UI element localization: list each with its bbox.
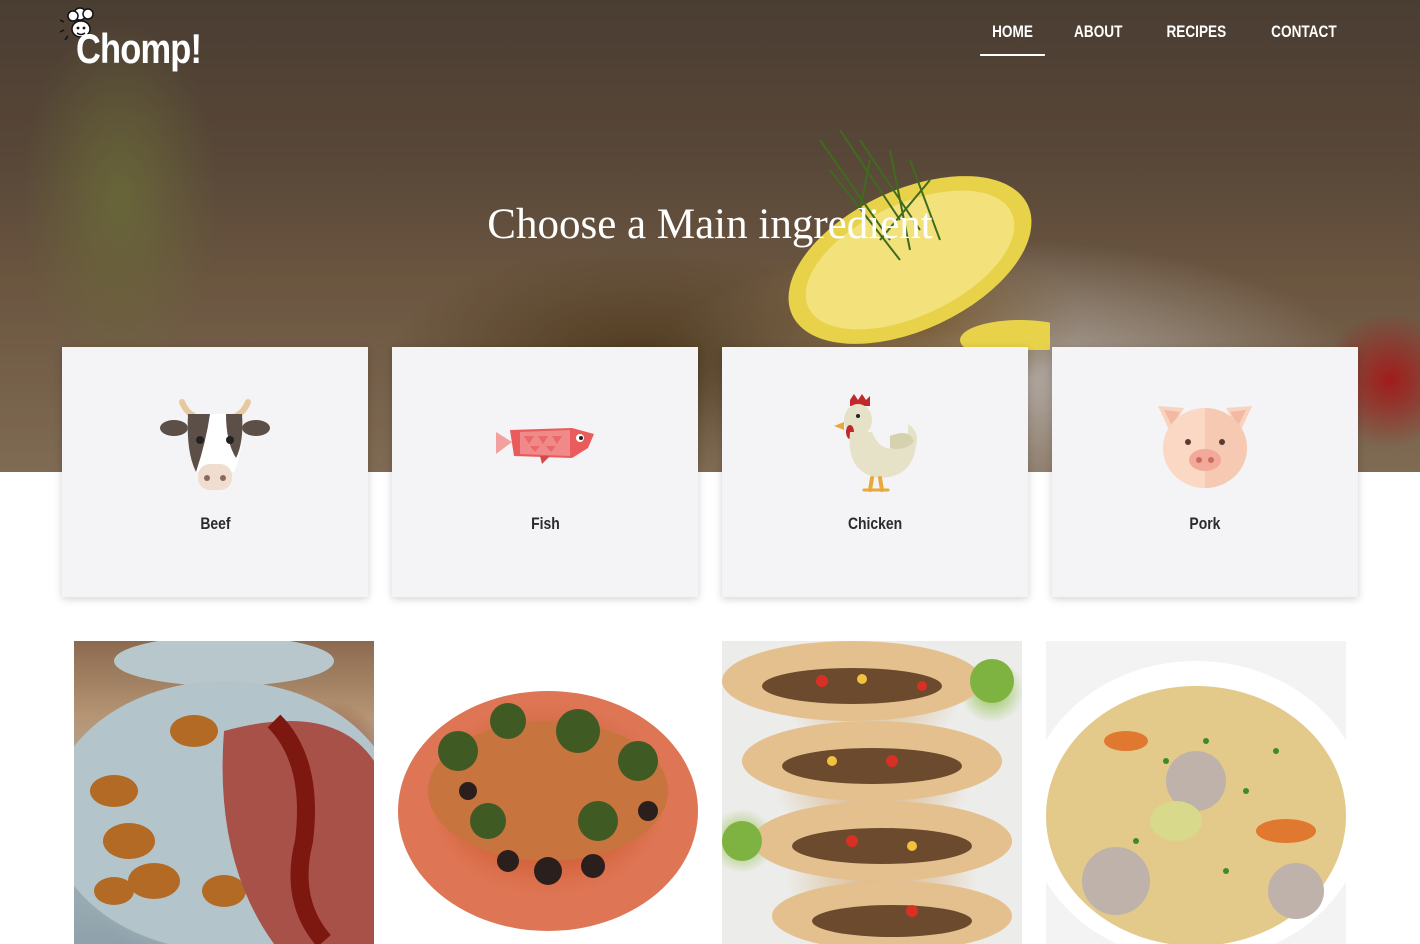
steak-photo-art — [74, 641, 374, 944]
ingredient-card-chicken[interactable]: Chicken — [722, 347, 1028, 597]
brand-name: Chomp! — [76, 25, 202, 72]
fish-photo-art — [398, 691, 698, 931]
cow-icon — [160, 399, 270, 490]
nav-contact[interactable]: CONTACT — [1259, 22, 1348, 56]
soup-photo-art — [1046, 661, 1346, 944]
ingredient-label-pork: Pork — [1189, 514, 1221, 533]
brand-logo[interactable]: Chomp! — [60, 4, 229, 72]
ingredient-card-pork[interactable]: Pork — [1052, 347, 1358, 597]
recipe-gallery — [74, 641, 1346, 944]
tacos-photo[interactable] — [722, 641, 1022, 944]
steak-with-potatoes-photo[interactable] — [74, 641, 374, 944]
nav-home[interactable]: HOME — [980, 22, 1045, 56]
meatball-soup-photo[interactable] — [1046, 641, 1346, 944]
ingredient-card-beef[interactable]: Beef — [62, 347, 368, 597]
nav-about[interactable]: ABOUT — [1062, 22, 1134, 56]
pig-icon — [1158, 406, 1252, 488]
ingredient-label-fish: Fish — [530, 514, 560, 533]
fish-with-olives-photo[interactable] — [398, 641, 698, 944]
ingredient-label-chicken: Chicken — [847, 514, 903, 533]
tacos-photo-art — [722, 641, 1014, 944]
ingredient-label-beef: Beef — [199, 514, 231, 533]
hero-title: Choose a Main ingredient — [487, 201, 933, 248]
chicken-icon — [834, 394, 917, 492]
fish-icon — [496, 428, 594, 464]
ingredient-card-fish[interactable]: Fish — [392, 347, 698, 597]
main-nav: HOME ABOUT RECIPES CONTACT — [972, 22, 1360, 56]
ingredient-cards: Beef Fish Chicken Pork — [62, 347, 1358, 597]
nav-recipes[interactable]: RECIPES — [1154, 22, 1238, 56]
